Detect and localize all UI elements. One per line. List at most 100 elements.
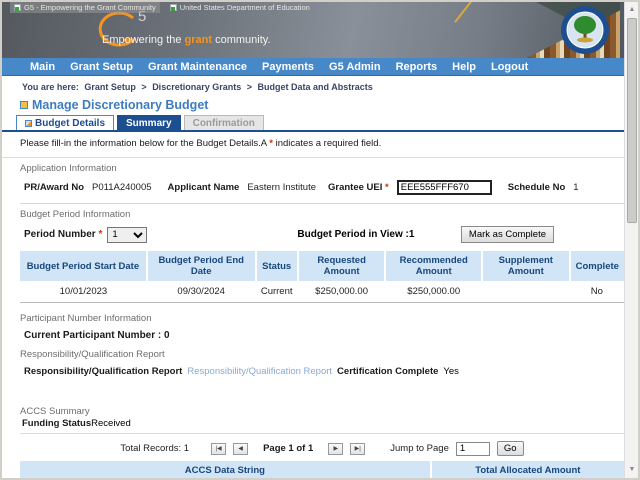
first-page-button[interactable]: |◀ <box>211 442 227 455</box>
section-application-information: Application Information <box>20 163 117 174</box>
col-start-date: Budget Period Start Date <box>20 251 148 281</box>
instruction-text: Please fill-in the information below for… <box>2 132 638 153</box>
nav-help[interactable]: Help <box>452 61 476 73</box>
funding-status-label: Funding Status <box>22 418 92 429</box>
next-page-button[interactable]: ▶ <box>328 442 344 455</box>
nav-logout[interactable]: Logout <box>491 61 528 73</box>
col-requested: Requested Amount <box>297 251 387 281</box>
col-complete: Complete <box>569 251 624 281</box>
divider <box>20 203 624 204</box>
window-title-g5: G5 - Empowering the Grant Community <box>10 2 160 13</box>
applicant-name-value: Eastern Institute <box>247 182 316 193</box>
accs-table: ACCS Data String Total Allocated Amount … <box>20 461 624 478</box>
grantee-uei-label: Grantee UEI * <box>328 182 389 193</box>
tagline-accent: grant <box>184 34 213 46</box>
budget-table-row: 10/01/2023 09/30/2024 Current $250,000.0… <box>20 281 624 303</box>
accs-pagination: Total Records: 1 |◀ ◀ Page 1 of 1 ▶ ▶| J… <box>20 441 624 456</box>
window-title-g5-label: G5 - Empowering the Grant Community <box>24 3 156 12</box>
instruction-part2: indicates a required field. <box>272 138 382 149</box>
page-indicator: Page 1 of 1 <box>263 443 314 454</box>
banner-tagline: Empowering the grant community. <box>102 34 271 46</box>
jump-to-page-input[interactable] <box>455 441 490 456</box>
required-asterisk: * <box>98 229 103 240</box>
nav-payments[interactable]: Payments <box>262 61 314 73</box>
broken-image-icon <box>14 4 21 11</box>
tagline-post: community. <box>212 34 271 46</box>
divider <box>20 433 624 434</box>
header-banner: G5 - Empowering the Grant Community Unit… <box>2 2 638 58</box>
cell-start-date: 10/01/2023 <box>59 286 108 297</box>
tab-budget-details[interactable]: Budget Details <box>16 115 115 130</box>
col-accs-data-string: ACCS Data String <box>20 461 432 478</box>
period-number-select[interactable]: 1 <box>107 226 148 243</box>
nav-reports[interactable]: Reports <box>396 61 438 73</box>
accs-table-header-row: ACCS Data String Total Allocated Amount <box>20 461 624 478</box>
window-title-ed-label: United States Department of Education <box>179 3 310 12</box>
tab-bar: Budget Details Summary Confirmation <box>2 114 638 132</box>
page-title: Manage Discretionary Budget <box>2 94 638 114</box>
titlebar: G5 - Empowering the Grant Community Unit… <box>10 2 314 13</box>
grantee-uei-label-text: Grantee UEI <box>328 182 383 193</box>
last-page-button[interactable]: ▶| <box>350 442 366 455</box>
col-supplement: Supplement Amount <box>482 251 571 281</box>
certification-complete-label: Certification Complete <box>337 366 439 377</box>
col-total-allocated: Total Allocated Amount <box>430 461 624 478</box>
responsibility-row: Responsibility/Qualification Report Resp… <box>24 366 624 377</box>
tab-confirmation[interactable]: Confirmation <box>183 115 264 130</box>
section-responsibility-report: Responsibility/Qualification Report <box>20 349 165 360</box>
cell-complete: No <box>590 286 603 297</box>
cell-end-date: 09/30/2024 <box>177 286 225 297</box>
cell-requested: $250,000.00 <box>315 286 369 297</box>
responsibility-report-link[interactable]: Responsibility/Qualification Report <box>187 366 332 377</box>
breadcrumb-budget-data: Budget Data and Abstracts <box>257 82 373 92</box>
breadcrumb-separator: > <box>246 82 253 92</box>
participant-value: 0 <box>164 330 170 341</box>
page-title-text: Manage Discretionary Budget <box>32 98 209 112</box>
vertical-scrollbar[interactable]: ▲ ▼ <box>624 2 638 478</box>
nav-g5-admin[interactable]: G5 Admin <box>329 61 381 73</box>
scrollbar-thumb[interactable] <box>627 18 637 223</box>
divider <box>2 157 638 158</box>
ed-seal-icon <box>561 6 609 54</box>
total-records-label: Total Records: 1 <box>120 443 190 454</box>
section-budget-period-information: Budget Period Information <box>20 209 131 220</box>
application-fields: PR/Award No P011A240005 Applicant Name E… <box>24 180 624 195</box>
grantee-uei-input[interactable] <box>396 180 492 195</box>
nav-main[interactable]: Main <box>30 61 55 73</box>
schedule-no-label: Schedule No <box>507 182 566 193</box>
budget-period-controls: Period Number * 1 Budget Period in View … <box>24 226 624 243</box>
funding-status: Funding StatusReceived <box>22 418 624 429</box>
breadcrumb-separator: > <box>141 82 147 92</box>
scroll-down-icon[interactable]: ▼ <box>626 464 638 476</box>
jump-to-page-group: Jump to Page Go <box>390 441 524 456</box>
main-nav: Main Grant Setup Grant Maintenance Payme… <box>2 58 638 76</box>
pr-award-label: PR/Award No <box>24 182 85 193</box>
cell-status: Current <box>260 286 293 297</box>
jump-to-page-label: Jump to Page <box>390 443 449 454</box>
breadcrumb-prefix: You are here: <box>22 82 79 92</box>
app-window: G5 - Empowering the Grant Community Unit… <box>0 0 640 480</box>
nav-grant-maintenance[interactable]: Grant Maintenance <box>148 61 247 73</box>
section-accs-summary: ACCS Summary <box>20 406 90 417</box>
tab-summary[interactable]: Summary <box>117 115 181 130</box>
responsibility-label: Responsibility/Qualification Report <box>24 366 183 377</box>
budget-period-in-view-value: 1 <box>408 229 415 240</box>
broken-image-icon <box>169 4 177 11</box>
schedule-no-value: 1 <box>573 182 579 193</box>
tab-icon <box>25 120 32 127</box>
budget-table-header-row: Budget Period Start Date Budget Period E… <box>20 251 624 281</box>
scroll-up-icon[interactable]: ▲ <box>626 4 638 16</box>
prev-page-button[interactable]: ◀ <box>233 442 249 455</box>
nav-grant-setup[interactable]: Grant Setup <box>70 61 133 73</box>
mark-as-complete-button[interactable]: Mark as Complete <box>460 226 554 243</box>
page-title-icon <box>20 101 28 109</box>
breadcrumb-discretionary-grants[interactable]: Discretionary Grants <box>152 82 241 92</box>
participant-label: Current Participant Number : <box>24 330 162 341</box>
cell-recommended: $250,000.00 <box>407 286 461 297</box>
current-participant-number: Current Participant Number : 0 <box>24 330 624 341</box>
breadcrumb-grant-setup[interactable]: Grant Setup <box>84 82 136 92</box>
window-title-ed: United States Department of Education <box>166 2 314 13</box>
go-button[interactable]: Go <box>496 441 524 456</box>
certification-complete-value: Yes <box>443 366 459 377</box>
funding-status-value: Received <box>91 418 131 429</box>
